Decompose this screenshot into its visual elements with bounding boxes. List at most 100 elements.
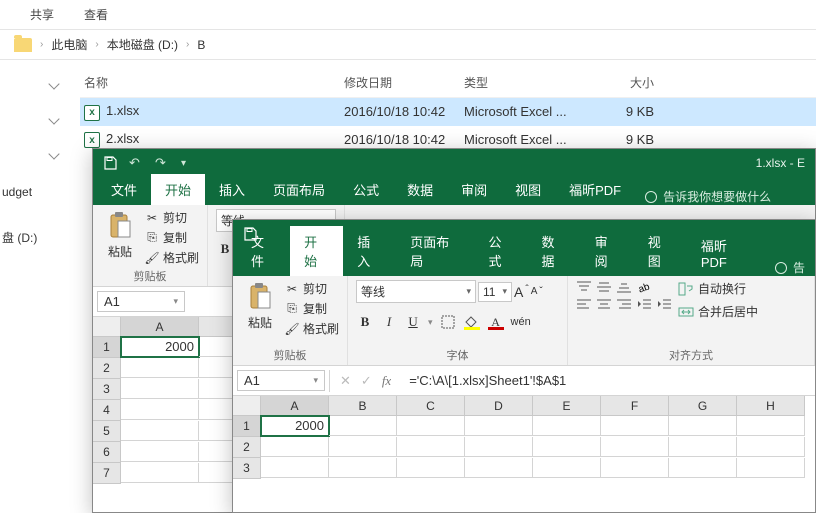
crumb-drive[interactable]: 本地磁盘 (D:) bbox=[107, 36, 178, 53]
cell[interactable] bbox=[397, 416, 465, 436]
name-box[interactable]: A1▾ bbox=[97, 291, 185, 312]
tab-file[interactable]: 文件 bbox=[97, 174, 151, 205]
italic-button[interactable]: I bbox=[380, 313, 398, 331]
file-row[interactable]: 1.xlsx 2016/10/18 10:42 Microsoft Excel … bbox=[80, 98, 816, 126]
border-icon[interactable] bbox=[439, 314, 457, 330]
chevron-down-icon[interactable]: ▾ bbox=[428, 317, 433, 328]
undo-icon[interactable]: ↶ bbox=[129, 155, 143, 171]
increase-font-icon[interactable]: Aˆ bbox=[514, 284, 529, 300]
cell[interactable] bbox=[121, 379, 199, 399]
save-icon[interactable] bbox=[103, 156, 117, 170]
indent-increase-icon[interactable] bbox=[656, 297, 672, 311]
menu-view[interactable]: 查看 bbox=[84, 6, 108, 23]
wrap-text-button[interactable]: 自动换行 bbox=[678, 280, 758, 297]
tab-insert[interactable]: 插入 bbox=[205, 174, 259, 205]
nav-item[interactable]: udget bbox=[2, 185, 70, 199]
cell[interactable] bbox=[669, 416, 737, 436]
tab-view[interactable]: 视图 bbox=[501, 174, 555, 205]
align-left-icon[interactable] bbox=[576, 297, 592, 311]
tab-layout[interactable]: 页面布局 bbox=[396, 226, 474, 276]
cell[interactable] bbox=[737, 416, 805, 436]
paste-button[interactable]: 粘贴 bbox=[101, 209, 139, 262]
tab-review[interactable]: 审阅 bbox=[447, 174, 501, 205]
font-name-combo[interactable]: 等线▾ bbox=[356, 280, 476, 303]
row-header-2[interactable]: 2 bbox=[93, 358, 121, 379]
chevron-down-icon[interactable]: ▾ bbox=[466, 286, 471, 297]
format-painter-button[interactable]: 🖌格式刷 bbox=[285, 320, 339, 337]
cell[interactable] bbox=[669, 458, 737, 478]
cell[interactable] bbox=[121, 463, 199, 483]
col-header-name[interactable]: 名称 bbox=[84, 74, 344, 91]
row-header-2[interactable]: 2 bbox=[233, 437, 261, 458]
cell-A1[interactable]: 2000 bbox=[121, 337, 199, 357]
cell[interactable] bbox=[533, 437, 601, 457]
tab-review[interactable]: 审阅 bbox=[581, 226, 634, 276]
cell[interactable] bbox=[533, 458, 601, 478]
cell[interactable] bbox=[533, 416, 601, 436]
align-bottom-icon[interactable] bbox=[616, 280, 632, 294]
tab-home[interactable]: 开始 bbox=[290, 226, 343, 276]
row-header-1[interactable]: 1 bbox=[93, 337, 121, 358]
cell[interactable] bbox=[601, 437, 669, 457]
col-header-D[interactable]: D bbox=[465, 396, 533, 416]
chevron-down-icon[interactable]: ▾ bbox=[313, 375, 318, 386]
decrease-font-icon[interactable]: Aˇ bbox=[531, 286, 543, 297]
format-painter-button[interactable]: 🖌格式刷 bbox=[145, 249, 199, 266]
cell[interactable] bbox=[465, 458, 533, 478]
row-header-3[interactable]: 3 bbox=[93, 379, 121, 400]
copy-button[interactable]: ⎘复制 bbox=[145, 229, 199, 246]
menu-share[interactable]: 共享 bbox=[30, 6, 54, 23]
save-icon[interactable] bbox=[243, 227, 257, 241]
tab-foxit[interactable]: 福昕PDF bbox=[555, 174, 635, 205]
cell[interactable] bbox=[601, 458, 669, 478]
cell[interactable] bbox=[329, 416, 397, 436]
name-box[interactable]: A1▾ bbox=[237, 370, 325, 391]
cell[interactable] bbox=[737, 437, 805, 457]
align-top-icon[interactable] bbox=[576, 280, 592, 294]
cell[interactable] bbox=[397, 437, 465, 457]
select-all-cell[interactable] bbox=[93, 317, 121, 337]
align-center-icon[interactable] bbox=[596, 297, 612, 311]
col-header-E[interactable]: E bbox=[533, 396, 601, 416]
row-header-5[interactable]: 5 bbox=[93, 421, 121, 442]
font-size-combo[interactable]: 11▾ bbox=[478, 282, 512, 302]
cell[interactable] bbox=[261, 458, 329, 478]
tab-home[interactable]: 开始 bbox=[151, 174, 205, 205]
crumb-pc[interactable]: 此电脑 bbox=[51, 36, 87, 53]
cut-button[interactable]: ✂剪切 bbox=[285, 280, 339, 297]
col-header-C[interactable]: C bbox=[397, 396, 465, 416]
col-header-type[interactable]: 类型 bbox=[464, 74, 584, 91]
cell[interactable] bbox=[329, 437, 397, 457]
row-header-3[interactable]: 3 bbox=[233, 458, 261, 479]
cell[interactable] bbox=[121, 358, 199, 378]
paste-button[interactable]: 粘贴 bbox=[241, 280, 279, 333]
address-bar[interactable]: › 此电脑 › 本地磁盘 (D:) › B bbox=[0, 29, 816, 60]
tab-insert[interactable]: 插入 bbox=[343, 226, 396, 276]
crumb-folder[interactable]: B bbox=[197, 38, 205, 52]
phonetic-guide-button[interactable]: wén bbox=[511, 316, 531, 328]
fill-color-icon[interactable] bbox=[463, 314, 481, 330]
font-color-icon[interactable]: A bbox=[487, 314, 505, 330]
cell[interactable] bbox=[669, 437, 737, 457]
col-header-B[interactable]: B bbox=[329, 396, 397, 416]
redo-icon[interactable]: ↷ bbox=[155, 155, 169, 171]
cancel-edit-icon[interactable]: ✕ bbox=[340, 373, 351, 389]
col-header-A[interactable]: A bbox=[121, 317, 199, 337]
tell-me[interactable]: 告 bbox=[793, 259, 805, 276]
tab-layout[interactable]: 页面布局 bbox=[259, 174, 339, 205]
cell[interactable] bbox=[261, 437, 329, 457]
orientation-icon[interactable]: ab bbox=[636, 280, 652, 294]
cell[interactable] bbox=[397, 458, 465, 478]
bold-button[interactable]: B bbox=[356, 313, 374, 331]
tab-data[interactable]: 数据 bbox=[528, 226, 581, 276]
col-header-size[interactable]: 大小 bbox=[584, 74, 654, 91]
fx-icon[interactable]: fx bbox=[382, 373, 391, 389]
underline-button[interactable]: U bbox=[404, 313, 422, 331]
cell[interactable] bbox=[465, 416, 533, 436]
cell[interactable] bbox=[465, 437, 533, 457]
tab-formulas[interactable]: 公式 bbox=[474, 226, 527, 276]
cell[interactable] bbox=[329, 458, 397, 478]
cut-button[interactable]: ✂剪切 bbox=[145, 209, 199, 226]
merge-center-button[interactable]: 合并后居中 bbox=[678, 303, 758, 320]
tab-view[interactable]: 视图 bbox=[634, 226, 687, 276]
